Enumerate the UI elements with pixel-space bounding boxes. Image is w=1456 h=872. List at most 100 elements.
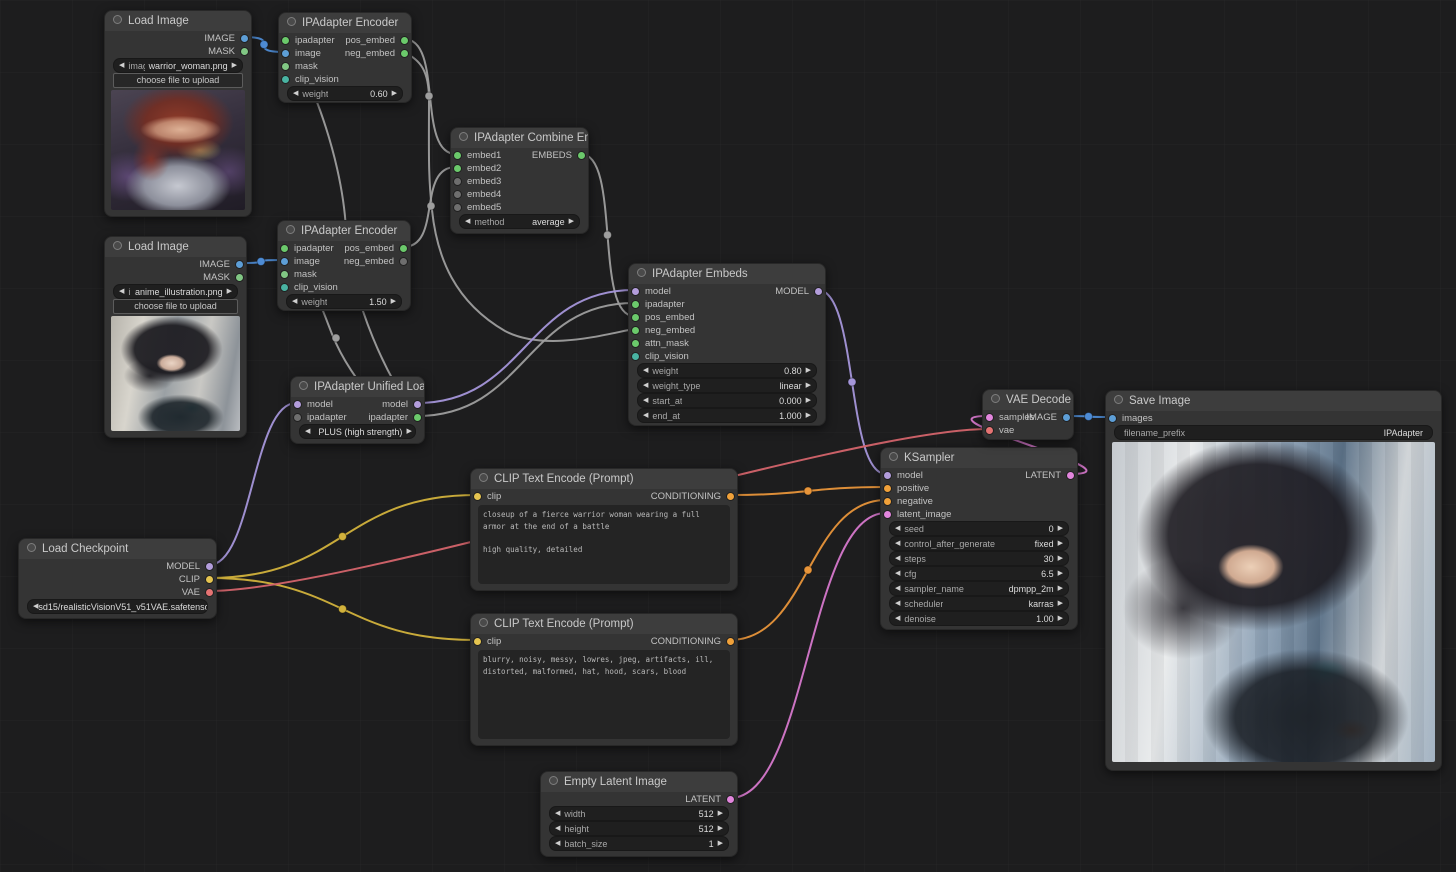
increment-arrow[interactable]: ▶ bbox=[227, 285, 232, 298]
collapse-icon[interactable] bbox=[637, 268, 646, 277]
choose-file-button[interactable]: choose file to upload bbox=[113, 299, 238, 314]
widget-batch_size[interactable]: ◀batch_size1▶ bbox=[549, 836, 729, 851]
choose-file-button[interactable]: choose file to upload bbox=[113, 73, 243, 88]
decrement-arrow[interactable]: ◀ bbox=[895, 552, 900, 565]
widget-steps[interactable]: ◀steps30▶ bbox=[889, 551, 1069, 566]
decrement-arrow[interactable]: ◀ bbox=[895, 582, 900, 595]
embed2-input-port[interactable] bbox=[454, 165, 461, 172]
collapse-icon[interactable] bbox=[889, 452, 898, 461]
decrement-arrow[interactable]: ◀ bbox=[293, 87, 298, 100]
image-input-port[interactable] bbox=[281, 258, 288, 265]
increment-arrow[interactable]: ▶ bbox=[806, 409, 811, 422]
clip-input-port[interactable] bbox=[474, 493, 481, 500]
collapse-icon[interactable] bbox=[113, 15, 122, 24]
increment-arrow[interactable]: ▶ bbox=[1058, 582, 1063, 595]
node-titlebar[interactable]: Load Image bbox=[105, 237, 246, 257]
embed1-input-port[interactable] bbox=[454, 152, 461, 159]
latent_image-input-port[interactable] bbox=[884, 511, 891, 518]
increment-arrow[interactable]: ▶ bbox=[1058, 612, 1063, 625]
collapse-icon[interactable] bbox=[479, 618, 488, 627]
node-titlebar[interactable]: IPAdapter Embeds bbox=[629, 264, 825, 284]
neg_embed-output-port[interactable] bbox=[400, 258, 407, 265]
VAE-output-port[interactable] bbox=[206, 589, 213, 596]
decrement-arrow[interactable]: ◀ bbox=[465, 215, 470, 228]
widget-control_after_generate[interactable]: ◀control_after_generatefixed▶ bbox=[889, 536, 1069, 551]
increment-arrow[interactable]: ▶ bbox=[806, 379, 811, 392]
collapse-icon[interactable] bbox=[479, 473, 488, 482]
decrement-arrow[interactable]: ◀ bbox=[555, 837, 560, 850]
ipadapter-input-port[interactable] bbox=[294, 414, 301, 421]
IMAGE-output-port[interactable] bbox=[1063, 414, 1070, 421]
increment-arrow[interactable]: ▶ bbox=[392, 87, 397, 100]
increment-arrow[interactable]: ▶ bbox=[1058, 567, 1063, 580]
widget-cfg[interactable]: ◀cfg6.5▶ bbox=[889, 566, 1069, 581]
node-empty-latent-image[interactable]: Empty Latent ImageLATENT◀width512▶◀heigh… bbox=[540, 771, 738, 857]
wire-handle[interactable] bbox=[804, 566, 812, 574]
clip-input-port[interactable] bbox=[474, 638, 481, 645]
ipadapter-input-port[interactable] bbox=[282, 37, 289, 44]
widget-scheduler[interactable]: ◀schedulerkarras▶ bbox=[889, 596, 1069, 611]
model-input-port[interactable] bbox=[294, 401, 301, 408]
decrement-arrow[interactable]: ◀ bbox=[643, 379, 648, 392]
increment-arrow[interactable]: ▶ bbox=[1058, 552, 1063, 565]
decrement-arrow[interactable]: ◀ bbox=[555, 822, 560, 835]
node-titlebar[interactable]: CLIP Text Encode (Prompt) bbox=[471, 469, 737, 489]
widget-image[interactable]: ◀imagewarrior_woman.png▶ bbox=[113, 58, 243, 73]
widget-method[interactable]: ◀methodaverage▶ bbox=[459, 214, 580, 229]
mask-input-port[interactable] bbox=[282, 63, 289, 70]
node-titlebar[interactable]: IPAdapter Encoder bbox=[279, 13, 411, 33]
decrement-arrow[interactable]: ◀ bbox=[119, 59, 124, 72]
widget-image[interactable]: ◀imageanime_illustration.png▶ bbox=[113, 284, 238, 299]
attn_mask-input-port[interactable] bbox=[632, 340, 639, 347]
widget-height[interactable]: ◀height512▶ bbox=[549, 821, 729, 836]
prompt-textarea[interactable]: blurry, noisy, messy, lowres, jpeg, arti… bbox=[478, 650, 730, 739]
ipadapter-input-port[interactable] bbox=[281, 245, 288, 252]
collapse-icon[interactable] bbox=[286, 225, 295, 234]
widget-weight[interactable]: ◀weight0.60▶ bbox=[287, 86, 403, 101]
increment-arrow[interactable]: ▶ bbox=[718, 807, 723, 820]
wire-handle[interactable] bbox=[848, 378, 856, 386]
IMAGE-output-port[interactable] bbox=[236, 261, 243, 268]
increment-arrow[interactable]: ▶ bbox=[1058, 522, 1063, 535]
decrement-arrow[interactable]: ◀ bbox=[895, 567, 900, 580]
decrement-arrow[interactable]: ◀ bbox=[292, 295, 297, 308]
wire-handle[interactable] bbox=[332, 334, 340, 342]
prompt-textarea[interactable]: closeup of a fierce warrior woman wearin… bbox=[478, 505, 730, 584]
collapse-icon[interactable] bbox=[113, 241, 122, 250]
node-save-image[interactable]: Save Imageimagesfilename_prefixIPAdapter bbox=[1105, 390, 1442, 771]
increment-arrow[interactable]: ▶ bbox=[1058, 537, 1063, 550]
increment-arrow[interactable]: ▶ bbox=[391, 295, 396, 308]
node-titlebar[interactable]: Save Image bbox=[1106, 391, 1441, 411]
node-ipadapter-encoder-2[interactable]: IPAdapter Encoderipadapterimagemaskclip_… bbox=[277, 220, 411, 311]
MODEL-output-port[interactable] bbox=[815, 288, 822, 295]
ipadapter-output-port[interactable] bbox=[414, 414, 421, 421]
node-ipadapter-encoder-1[interactable]: IPAdapter Encoderipadapterimagemaskclip_… bbox=[278, 12, 412, 103]
increment-arrow[interactable]: ▶ bbox=[806, 394, 811, 407]
node-load-checkpoint[interactable]: Load CheckpointMODELCLIPVAE◀sd15/realist… bbox=[18, 538, 217, 619]
mask-input-port[interactable] bbox=[281, 271, 288, 278]
collapse-icon[interactable] bbox=[27, 543, 36, 552]
node-load-image-1[interactable]: Load ImageIMAGEMASK◀imagewarrior_woman.p… bbox=[104, 10, 252, 217]
wire-handle[interactable] bbox=[425, 92, 433, 100]
EMBEDS-output-port[interactable] bbox=[578, 152, 585, 159]
MODEL-output-port[interactable] bbox=[206, 563, 213, 570]
collapse-icon[interactable] bbox=[1114, 395, 1123, 404]
neg_embed-output-port[interactable] bbox=[401, 50, 408, 57]
widget-weight_type[interactable]: ◀weight_typelinear▶ bbox=[637, 378, 817, 393]
collapse-icon[interactable] bbox=[299, 381, 308, 390]
wire-handle[interactable] bbox=[804, 487, 812, 495]
embed4-input-port[interactable] bbox=[454, 191, 461, 198]
decrement-arrow[interactable]: ◀ bbox=[895, 522, 900, 535]
positive-input-port[interactable] bbox=[884, 485, 891, 492]
node-titlebar[interactable]: Load Checkpoint bbox=[19, 539, 216, 559]
wire-handle[interactable] bbox=[604, 231, 612, 239]
clip_vision-input-port[interactable] bbox=[281, 284, 288, 291]
decrement-arrow[interactable]: ◀ bbox=[895, 612, 900, 625]
neg_embed-input-port[interactable] bbox=[632, 327, 639, 334]
node-load-image-2[interactable]: Load ImageIMAGEMASK◀imageanime_illustrat… bbox=[104, 236, 247, 438]
clip_vision-input-port[interactable] bbox=[632, 353, 639, 360]
node-titlebar[interactable]: IPAdapter Unified Loader bbox=[291, 377, 424, 397]
increment-arrow[interactable]: ▶ bbox=[806, 364, 811, 377]
collapse-icon[interactable] bbox=[549, 776, 558, 785]
images-input-port[interactable] bbox=[1109, 415, 1116, 422]
